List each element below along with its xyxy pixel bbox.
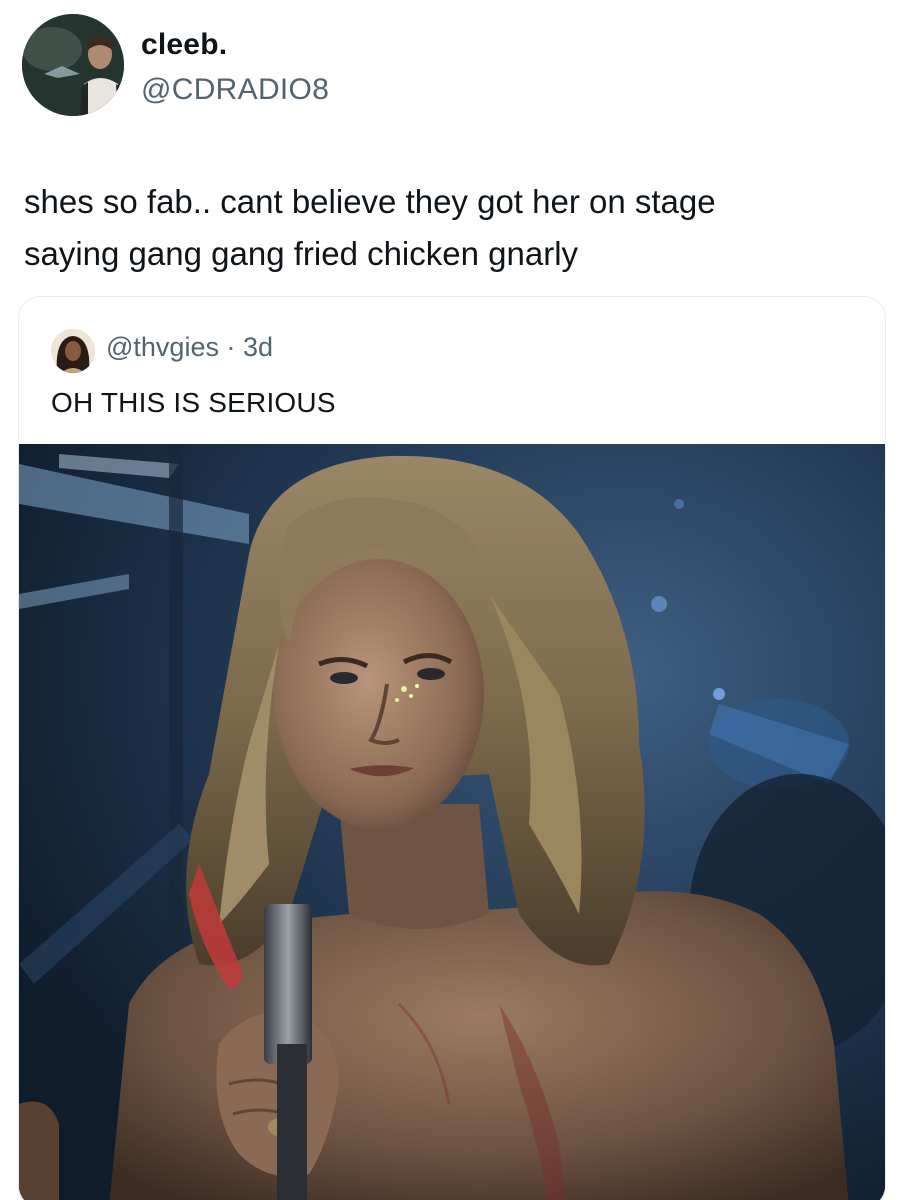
quoted-author-handle[interactable]: @thvgies <box>106 332 219 362</box>
tweet-text-line: shes so fab.. cant believe they got her … <box>24 183 716 220</box>
author-avatar[interactable] <box>22 14 124 116</box>
quoted-tweet-text: OH THIS IS SERIOUS <box>51 387 336 418</box>
quoted-tweet-photo[interactable] <box>19 444 885 1200</box>
author-avatar-image <box>22 14 124 116</box>
quoted-author-avatar-image <box>51 329 95 373</box>
quoted-tweet-card[interactable]: @thvgies · 3d OH THIS IS SERIOUS <box>18 296 886 1200</box>
tweet-text-line: saying gang gang fried chicken gnarly <box>24 235 579 272</box>
meta-separator: · <box>226 332 236 362</box>
quoted-tweet-meta: @thvgies · 3d <box>106 332 273 363</box>
quoted-tweet-age[interactable]: 3d <box>243 332 273 362</box>
quoted-author-avatar[interactable] <box>51 329 95 373</box>
tweet-screenshot: cleeb. @CDRADIO8 shes so fab.. cant beli… <box>0 0 904 1200</box>
photo-icon <box>19 444 885 1200</box>
tweet-text: shes so fab.. cant believe they got her … <box>24 176 884 280</box>
author-handle[interactable]: @CDRADIO8 <box>141 73 329 107</box>
author-name[interactable]: cleeb. <box>141 28 227 62</box>
